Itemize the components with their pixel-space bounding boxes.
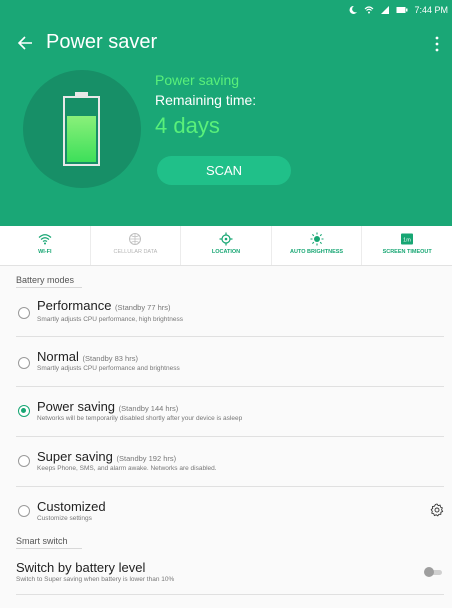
mode-customized[interactable]: Customized Customize settings [0,487,452,537]
mode-description: Smartly adjusts CPU performance and brig… [37,365,180,372]
more-options-icon[interactable] [434,34,440,54]
wifi-icon [38,234,52,245]
remaining-time-value: 4 days [155,113,220,138]
battery-icon [63,92,100,166]
quick-settings-bar: WI-FI CELLULAR DATA LOCATION AUTO BRIGHT… [0,226,452,266]
toggle-knob [424,567,434,577]
header: 7:44 PM Power saver Power saving Remaini… [0,0,452,226]
back-arrow-icon[interactable] [16,32,36,54]
standby-time: (Standby 144 hrs) [118,404,179,413]
mode-description: Smartly adjusts CPU performance, high br… [37,316,183,323]
current-mode-label: Power saving [155,72,240,88]
mode-name: Power saving [37,399,116,414]
toolbar: Power saver [0,26,452,62]
mode-name: Performance [37,298,112,313]
screen-timeout-icon: 1m [401,233,414,245]
divider [16,594,444,595]
signal-icon [381,6,390,14]
mode-name: Normal [37,349,79,364]
radio-button[interactable] [18,307,30,319]
mode-normal[interactable]: Normal (Standby 83 hrs) Smartly adjusts … [0,337,452,387]
page-title: Power saver [46,31,158,53]
scan-button[interactable]: SCAN [157,156,291,185]
mode-super-saving[interactable]: Super saving (Standby 192 hrs) Keeps Pho… [0,437,452,487]
mode-title: Super saving (Standby 192 hrs) [37,449,176,464]
mode-power-saving[interactable]: Power saving (Standby 144 hrs) Networks … [0,387,452,437]
screen-timeout-badge: 1m [403,237,411,243]
status-bar: 7:44 PM [348,3,448,17]
switch-by-battery-level-description: Switch to Super saving when battery is l… [16,576,175,583]
location-icon [219,232,233,246]
remaining-time-label: Remaining time: [155,92,257,108]
switch-by-battery-level-title: Switch by battery level [16,560,146,575]
standby-time: (Standby 77 hrs) [115,303,171,312]
quick-toggle-auto-brightness[interactable]: AUTO BRIGHTNESS [272,226,363,265]
mode-title: Customized [37,499,106,514]
status-time: 7:44 PM [414,5,448,15]
quick-toggle-label: AUTO BRIGHTNESS [290,249,344,255]
mode-description: Customize settings [37,515,92,522]
radio-button-selected[interactable] [18,405,30,417]
mode-title: Power saving (Standby 144 hrs) [37,399,178,414]
radio-button[interactable] [18,505,30,517]
mode-title: Performance (Standby 77 hrs) [37,298,171,313]
smart-switch-header: Smart switch [16,536,82,549]
radio-button[interactable] [18,455,30,467]
battery-level-toggle[interactable] [424,567,444,577]
wifi-status-icon [365,6,374,14]
mode-name: Customized [37,499,106,514]
radio-button[interactable] [18,357,30,369]
mode-performance[interactable]: Performance (Standby 77 hrs) Smartly adj… [0,287,452,337]
mode-description: Networks will be temporarily disabled sh… [37,415,243,422]
quick-toggle-label: WI-FI [38,249,52,255]
battery-gauge [23,70,141,188]
quick-toggle-label: LOCATION [211,249,241,255]
mode-description: Keeps Phone, SMS, and alarm awake. Netwo… [37,465,217,472]
quick-toggle-cellular-data[interactable]: CELLULAR DATA [91,226,182,265]
mode-title: Normal (Standby 83 hrs) [37,349,138,364]
settings-gear-icon[interactable] [430,503,444,517]
standby-time: (Standby 83 hrs) [82,354,138,363]
quick-toggle-location[interactable]: LOCATION [181,226,272,265]
battery-status-icon [396,7,408,13]
brightness-icon [310,232,324,246]
quick-toggle-wifi[interactable]: WI-FI [0,226,91,265]
quick-toggle-label: SCREEN TIMEOUT [382,249,432,255]
standby-time: (Standby 192 hrs) [116,454,177,463]
moon-icon [350,5,358,14]
mode-name: Super saving [37,449,113,464]
quick-toggle-label: CELLULAR DATA [113,249,158,255]
quick-toggle-screen-timeout[interactable]: 1m SCREEN TIMEOUT [362,226,452,265]
cellular-data-icon [129,233,142,245]
